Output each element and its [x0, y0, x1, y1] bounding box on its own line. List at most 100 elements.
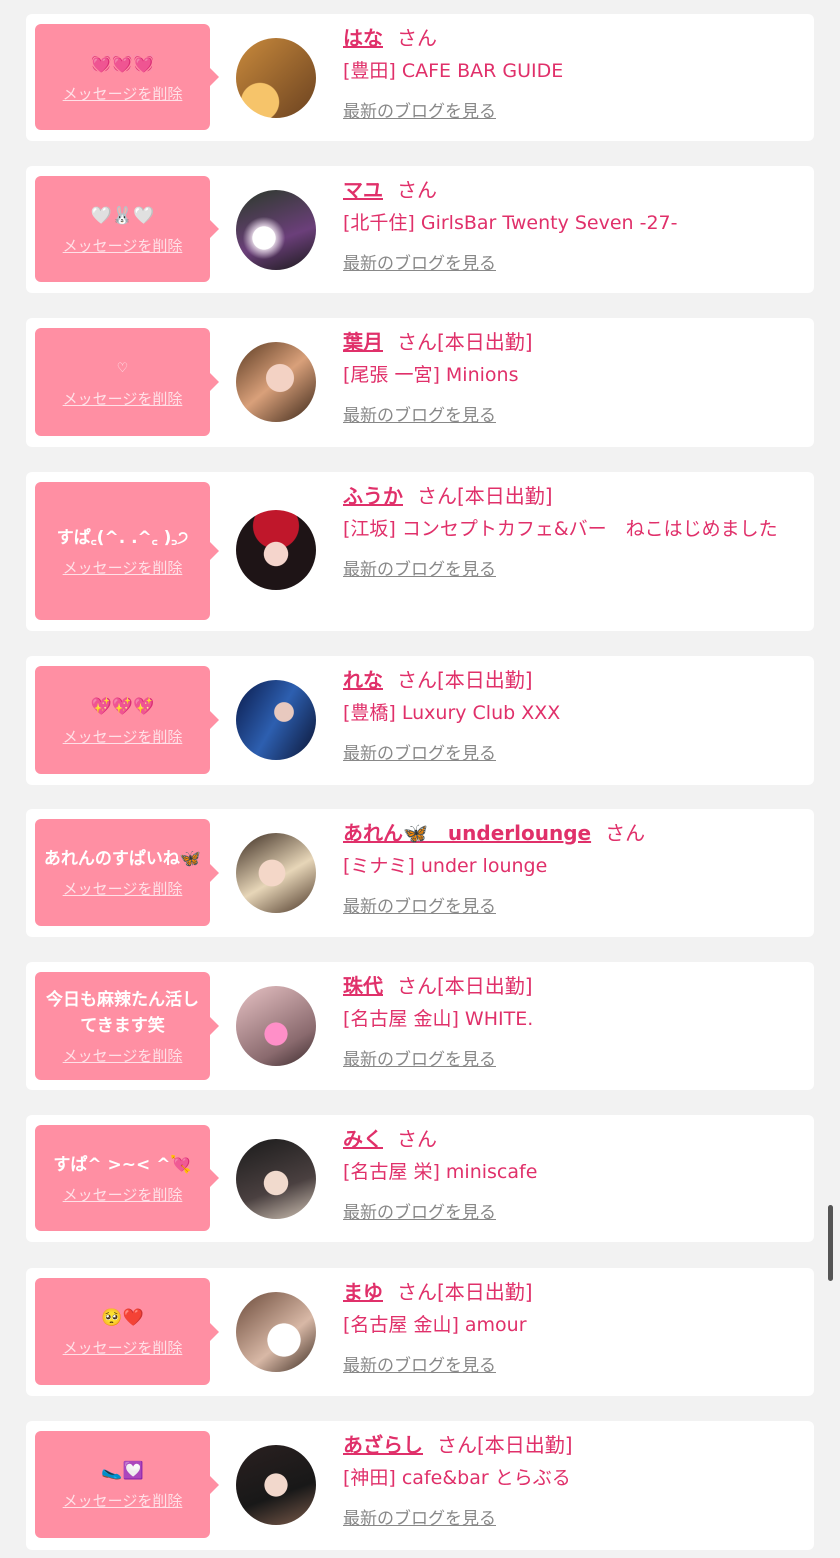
avatar[interactable] [236, 38, 316, 118]
attendance-badge: [本日出勤] [437, 330, 533, 354]
name-line: 葉月 さん[本日出勤] [343, 328, 798, 356]
message-bubble: 🤍🐰🤍 メッセージを削除 [35, 176, 219, 282]
latest-blog-link[interactable]: 最新のブログを見る [343, 739, 496, 764]
cast-name-link[interactable]: 珠代 [343, 974, 383, 998]
message-text: ♡ [116, 360, 129, 376]
name-line: あざらし さん[本日出勤] [343, 1431, 798, 1459]
delete-message-link[interactable]: メッセージを削除 [63, 557, 183, 578]
attendance-badge: [本日出勤] [437, 1280, 533, 1304]
cast-name-link[interactable]: あざらし [343, 1433, 423, 1457]
honorific: さん [417, 484, 457, 508]
honorific: さん [397, 26, 437, 50]
shop-name: [ミナミ] under lounge [343, 855, 548, 877]
message-text: すぱ^ >~< ^💘 [53, 1154, 192, 1175]
avatar[interactable] [236, 190, 316, 270]
entry-info: マユ さん [北千住] GirlsBar Twenty Seven -27- 最新… [343, 176, 798, 274]
latest-blog-link[interactable]: 最新のブログを見る [343, 1351, 496, 1376]
attendance-badge: [本日出勤] [437, 974, 533, 998]
scrollbar[interactable] [828, 1205, 833, 1281]
name-line: ふうか さん[本日出勤] [343, 482, 798, 510]
cast-name-link[interactable]: みく [343, 1127, 383, 1151]
list-item: 💓💓💓 メッセージを削除 はな さん [豊田] CAFE BAR GUIDE 最新… [26, 14, 814, 141]
shop-name: [名古屋 金山] WHITE. [343, 1008, 534, 1030]
message-bubble: すぱ^ >~< ^💘 メッセージを削除 [35, 1125, 219, 1231]
list-item: ♡ メッセージを削除 葉月 さん[本日出勤] [尾張 一宮] Minions 最新… [26, 318, 814, 447]
message-bubble: 🥺❤️ メッセージを削除 [35, 1278, 219, 1385]
message-bubble: 今日も麻辣たん活してきます笑 メッセージを削除 [35, 972, 219, 1080]
name-line: 珠代 さん[本日出勤] [343, 972, 798, 1000]
entry-info: ふうか さん[本日出勤] [江坂] コンセプトカフェ&バー ねこはじめました 最新… [343, 482, 798, 580]
list-item: すぱ꜀(^. .^꜀ )꜆੭ メッセージを削除 ふうか さん[本日出勤] [江坂]… [26, 472, 814, 631]
message-bubble: すぱ꜀(^. .^꜀ )꜆੭ メッセージを削除 [35, 482, 219, 620]
list-item: すぱ^ >~< ^💘 メッセージを削除 みく さん [名古屋 栄] minisca… [26, 1115, 814, 1242]
list-item: あれんのすぱいね🦋 メッセージを削除 あれん🦋 underlounge さん [ミ… [26, 809, 814, 937]
avatar[interactable] [236, 1139, 316, 1219]
entry-info: れな さん[本日出勤] [豊橋] Luxury Club XXX 最新のブログを見… [343, 666, 798, 764]
delete-message-link[interactable]: メッセージを削除 [63, 235, 183, 256]
avatar[interactable] [236, 986, 316, 1066]
avatar[interactable] [236, 510, 316, 590]
shop-name: [北千住] GirlsBar Twenty Seven -27- [343, 212, 678, 234]
avatar[interactable] [236, 1445, 316, 1525]
avatar[interactable] [236, 680, 316, 760]
avatar[interactable] [236, 833, 316, 913]
latest-blog-link[interactable]: 最新のブログを見る [343, 401, 496, 426]
message-text: 💖💖💖 [90, 696, 155, 717]
cast-name-link[interactable]: あれん🦋 underlounge [343, 821, 591, 845]
entry-info: あざらし さん[本日出勤] [神田] cafe&bar とらぶる 最新のブログを見… [343, 1431, 798, 1529]
shop-name: [神田] cafe&bar とらぶる [343, 1467, 571, 1489]
entry-info: 葉月 さん[本日出勤] [尾張 一宮] Minions 最新のブログを見る [343, 328, 798, 426]
message-text: 🤍🐰🤍 [90, 205, 155, 226]
delete-message-link[interactable]: メッセージを削除 [63, 1045, 183, 1066]
avatar[interactable] [236, 342, 316, 422]
cast-name-link[interactable]: ふうか [343, 484, 403, 508]
latest-blog-link[interactable]: 最新のブログを見る [343, 555, 496, 580]
delete-message-link[interactable]: メッセージを削除 [63, 1184, 183, 1205]
cast-name-link[interactable]: れな [343, 668, 383, 692]
message-text: あれんのすぱいね🦋 [43, 849, 202, 869]
delete-message-link[interactable]: メッセージを削除 [63, 1337, 183, 1358]
delete-message-link[interactable]: メッセージを削除 [63, 388, 183, 409]
cast-name-link[interactable]: まゆ [343, 1280, 383, 1304]
delete-message-link[interactable]: メッセージを削除 [63, 1490, 183, 1511]
entry-info: はな さん [豊田] CAFE BAR GUIDE 最新のブログを見る [343, 24, 798, 122]
honorific: さん [397, 1280, 437, 1304]
cast-name-link[interactable]: マユ [343, 178, 383, 202]
latest-blog-link[interactable]: 最新のブログを見る [343, 1504, 496, 1529]
list-item: 🤍🐰🤍 メッセージを削除 マユ さん [北千住] GirlsBar Twenty … [26, 166, 814, 293]
entry-info: まゆ さん[本日出勤] [名古屋 金山] amour 最新のブログを見る [343, 1278, 798, 1376]
cast-name-link[interactable]: 葉月 [343, 330, 383, 354]
latest-blog-link[interactable]: 最新のブログを見る [343, 1045, 496, 1070]
shop-name: [豊田] CAFE BAR GUIDE [343, 60, 564, 82]
cast-name-link[interactable]: はな [343, 26, 383, 50]
name-line: マユ さん [343, 176, 798, 204]
latest-blog-link[interactable]: 最新のブログを見る [343, 97, 496, 122]
latest-blog-link[interactable]: 最新のブログを見る [343, 892, 496, 917]
list-item: 💖💖💖 メッセージを削除 れな さん[本日出勤] [豊橋] Luxury Club… [26, 656, 814, 785]
shop-name: [江坂] コンセプトカフェ&バー ねこはじめました [343, 518, 778, 540]
list-item: 今日も麻辣たん活してきます笑 メッセージを削除 珠代 さん[本日出勤] [名古屋 … [26, 962, 814, 1090]
name-line: れな さん[本日出勤] [343, 666, 798, 694]
message-text: 🥿💟 [101, 1461, 144, 1481]
honorific: さん [605, 821, 646, 845]
message-text: 🥺❤️ [101, 1308, 144, 1328]
shop-name: [豊橋] Luxury Club XXX [343, 702, 561, 724]
delete-message-link[interactable]: メッセージを削除 [63, 83, 183, 104]
list-item: 🥿💟 メッセージを削除 あざらし さん[本日出勤] [神田] cafe&bar と… [26, 1421, 814, 1550]
honorific: さん [397, 974, 437, 998]
name-line: はな さん [343, 24, 798, 52]
latest-blog-link[interactable]: 最新のブログを見る [343, 1198, 496, 1223]
latest-blog-link[interactable]: 最新のブログを見る [343, 249, 496, 274]
list-item: 🥺❤️ メッセージを削除 まゆ さん[本日出勤] [名古屋 金山] amour 最… [26, 1268, 814, 1396]
message-text: 今日も麻辣たん活してきます笑 [46, 989, 199, 1036]
message-bubble: ♡ メッセージを削除 [35, 328, 219, 436]
delete-message-link[interactable]: メッセージを削除 [63, 726, 183, 747]
honorific: さん [397, 330, 437, 354]
entry-info: あれん🦋 underlounge さん [ミナミ] under lounge 最新… [343, 819, 798, 917]
delete-message-link[interactable]: メッセージを削除 [63, 878, 183, 899]
avatar[interactable] [236, 1292, 316, 1372]
entry-info: 珠代 さん[本日出勤] [名古屋 金山] WHITE. 最新のブログを見る [343, 972, 798, 1070]
message-text: すぱ꜀(^. .^꜀ )꜆੭ [56, 527, 189, 548]
message-bubble: あれんのすぱいね🦋 メッセージを削除 [35, 819, 219, 926]
honorific: さん [397, 1127, 437, 1151]
